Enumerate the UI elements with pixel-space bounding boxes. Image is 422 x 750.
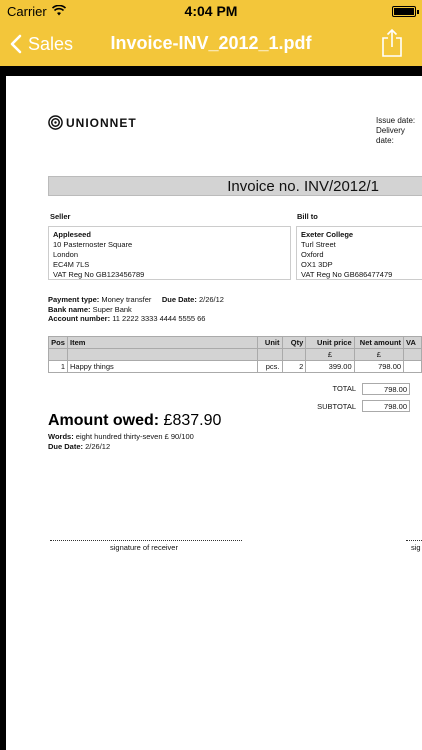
seller-address-3: EC4M 7LS [53, 260, 90, 269]
bill-to-name: Exeter College [301, 230, 354, 239]
col-item: Item [66, 336, 258, 349]
words-label: Words: [48, 432, 74, 441]
receiver-signature-label: signature of receiver [110, 543, 178, 552]
invoice-title-bar: Invoice no. INV/2012/1 [48, 176, 422, 196]
battery-icon [392, 6, 419, 17]
payment-info: Payment type: Money transfer Due Date: 2… [48, 295, 224, 324]
subtotal-value: 798.00 [362, 400, 410, 412]
seller-address-1: 10 Pasternoster Square [53, 240, 133, 249]
invoice-title: Invoice no. INV/2012/1 [227, 178, 379, 195]
bank-name-label: Bank name: [48, 304, 91, 314]
clock: 4:04 PM [184, 3, 238, 19]
payment-due-value: 2/26/12 [198, 295, 224, 304]
words-value: eight hundred thirty-seven £ 90/100 [75, 432, 194, 441]
bill-to-address-2: Oxford [301, 250, 324, 259]
account-number-value: 11 2222 3333 4444 5555 66 [112, 314, 206, 323]
header: Carrier 4:04 PM Sales Invoice-INV_2012_1… [0, 0, 422, 66]
company-logo: UNIONNET [48, 115, 137, 130]
col-unit-price: Unit price [305, 336, 355, 349]
status-bar: Carrier 4:04 PM [0, 0, 422, 22]
navigation-bar: Sales Invoice-INV_2012_1.pdf [0, 22, 422, 66]
col-unit: Unit [256, 336, 283, 349]
seller-address-2: London [53, 250, 79, 259]
bill-to-address-1: Turl Street [301, 240, 336, 249]
col-vat: VA [403, 336, 422, 349]
bill-to-address-3: OX1 3DP [301, 260, 333, 269]
subtotal-label: SUBTOTAL [317, 402, 356, 411]
bill-to-label: Bill to [297, 212, 318, 221]
bill-to-vat: VAT Reg No GB686477479 [301, 270, 393, 279]
col-net-amount: Net amount [353, 336, 405, 349]
due-date-label: Due Date: [48, 441, 84, 451]
table-row: 1 Happy things pcs. 2 399.00 798.00 [48, 360, 422, 373]
issue-dates: Issue date: Delivery date: [376, 116, 422, 146]
logo-mark-icon [48, 115, 63, 130]
currency-row: £ £ [48, 348, 422, 361]
logo-text: UNIONNET [66, 115, 137, 130]
due-date-value: 2/26/12 [85, 441, 111, 451]
amount-owed-label: Amount owed: [48, 412, 160, 429]
payment-type-value: Money transfer [101, 295, 152, 304]
document-top-band [0, 66, 422, 76]
amount-owed-value: £837.90 [163, 412, 222, 429]
col-qty: Qty [281, 336, 307, 349]
nav-title: Invoice-INV_2012_1.pdf [110, 33, 312, 53]
payment-due-label: Due Date: [161, 295, 197, 304]
seller-label: Seller [50, 212, 71, 221]
items-table: Pos Item Unit Qty Unit price Net amount … [48, 336, 422, 373]
seller-name: Appleseed [53, 230, 91, 239]
col-pos: Pos [48, 336, 68, 349]
seller-box: Appleseed 10 Pasternoster Square London … [48, 226, 291, 280]
row-item: Happy things [66, 360, 258, 373]
bill-to-box: Exeter College Turl Street Oxford OX1 3D… [296, 226, 422, 280]
total-label: TOTAL [332, 384, 356, 393]
payment-type-label: Payment type: [48, 295, 100, 304]
bank-name-value: Super Bank [92, 304, 132, 314]
row-qty: 2 [281, 360, 307, 373]
issuer-signature-line [406, 540, 422, 541]
unit-price-currency: £ [305, 348, 355, 361]
row-net-amount: 798.00 [353, 360, 405, 373]
issuer-signature-label: sig [411, 543, 421, 552]
row-unit-price: 399.00 [305, 360, 355, 373]
seller-vat: VAT Reg No GB123456789 [53, 270, 145, 279]
amount-owed: Amount owed: £837.90 [48, 412, 221, 430]
issue-date-label: Issue date: [376, 116, 416, 125]
row-unit: pcs. [256, 360, 283, 373]
table-header-row: Pos Item Unit Qty Unit price Net amount … [48, 336, 422, 349]
pdf-page[interactable]: UNIONNET Issue date: Delivery date: Invo… [6, 76, 422, 750]
receiver-signature-line [50, 540, 242, 541]
delivery-date-label: Delivery date: [376, 126, 405, 145]
account-number-label: Account number: [48, 314, 111, 323]
total-value: 798.00 [362, 383, 410, 395]
share-icon[interactable] [380, 28, 404, 58]
row-pos: 1 [48, 360, 68, 373]
net-amount-currency: £ [353, 348, 405, 361]
amount-words: Words: eight hundred thirty-seven £ 90/1… [48, 432, 194, 451]
